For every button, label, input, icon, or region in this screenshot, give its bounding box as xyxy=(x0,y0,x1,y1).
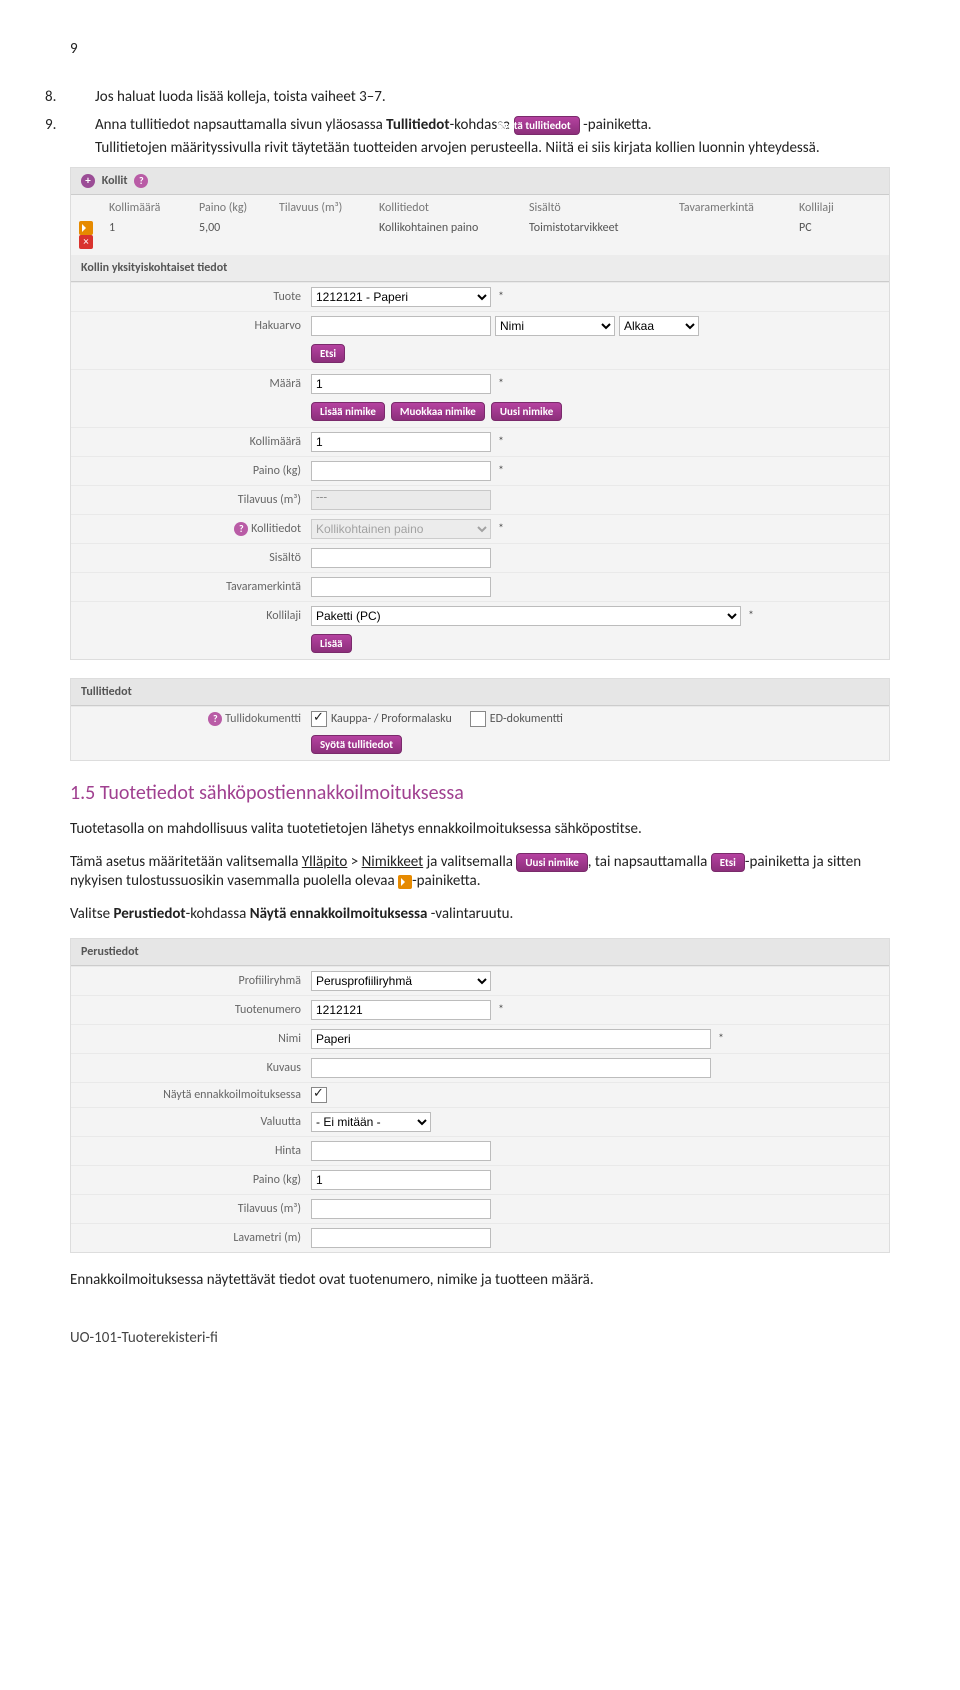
kollin-details-header: Kollin yksityiskohtaiset tiedot xyxy=(71,255,889,282)
lisaa-nimike-button[interactable]: Lisää nimike xyxy=(311,402,385,421)
nayta-ennakko-checkbox[interactable] xyxy=(311,1087,327,1103)
paragraph-2: Tämä asetus määritetään valitsemalla Yll… xyxy=(70,853,890,890)
paragraph-1: Tuotetasolla on mahdollisuus valita tuot… xyxy=(70,820,890,838)
paino-input-2[interactable] xyxy=(311,1170,491,1190)
kuvaus-input[interactable] xyxy=(311,1058,711,1078)
lisaa-button[interactable]: Lisää xyxy=(311,634,352,653)
perustiedot-header: Perustiedot xyxy=(71,939,889,966)
footer-doc-id: UO-101-Tuoterekisteri-fi xyxy=(70,1329,890,1347)
page-number: 9 xyxy=(70,40,890,58)
kollitiedot-select: Kollikohtainen paino xyxy=(311,519,491,539)
sisalto-input[interactable] xyxy=(311,548,491,568)
paragraph-3: Valitse Perustiedot-kohdassa Näytä ennak… xyxy=(70,905,890,923)
tilavuus-input-2[interactable] xyxy=(311,1199,491,1219)
kollit-table-header: Kollimäärä Paino (kg) Tilavuus (m³) Koll… xyxy=(71,195,889,219)
uusi-nimike-button-inline[interactable]: Uusi nimike xyxy=(516,853,587,872)
heading-1-5: 1.5 Tuotetiedot sähköpostiennakkoilmoitu… xyxy=(70,781,890,805)
hakuarvo-type-select[interactable]: Nimi xyxy=(495,316,615,336)
syota-tullitiedot-button-inline[interactable]: Syötä tullitiedot xyxy=(514,116,580,135)
help-icon[interactable]: ? xyxy=(208,712,222,726)
syota-tullitiedot-button[interactable]: Syötä tullitiedot xyxy=(311,735,402,754)
kollimaara-input[interactable] xyxy=(311,432,491,452)
tilavuus-field: --- xyxy=(311,490,491,510)
lavametri-input[interactable] xyxy=(311,1228,491,1248)
expand-icon[interactable] xyxy=(79,221,93,235)
tullitiedot-header: Tullitiedot xyxy=(71,679,889,706)
etsi-button[interactable]: Etsi xyxy=(311,344,345,363)
hakuarvo-input[interactable] xyxy=(311,316,491,336)
arrow-icon-inline[interactable] xyxy=(398,875,412,889)
profiiliryhma-select[interactable]: Perusprofiiliryhmä xyxy=(311,971,491,991)
closing-paragraph: Ennakkoilmoituksessa näytettävät tiedot … xyxy=(70,1271,890,1289)
tuotenumero-input[interactable] xyxy=(311,1000,491,1020)
tavaramerkinta-input[interactable] xyxy=(311,577,491,597)
perustiedot-screenshot: Perustiedot Profiiliryhmä Perusprofiilir… xyxy=(70,938,890,1253)
hakuarvo-mode-select[interactable]: Alkaa xyxy=(619,316,699,336)
hinta-input[interactable] xyxy=(311,1141,491,1161)
delete-icon[interactable]: × xyxy=(79,235,93,249)
list-item-8: 8.Jos haluat luoda lisää kolleja, toista… xyxy=(95,88,890,106)
kollit-header: + Kollit ? xyxy=(71,168,889,195)
kollilaji-select[interactable]: Paketti (PC) xyxy=(311,606,741,626)
help-icon[interactable]: ? xyxy=(134,174,148,188)
list-item-9: 9.Anna tullitiedot napsauttamalla sivun … xyxy=(95,116,890,157)
ed-dokumentti-checkbox[interactable] xyxy=(470,711,486,727)
help-icon[interactable]: ? xyxy=(234,522,248,536)
etsi-button-inline[interactable]: Etsi xyxy=(711,853,745,872)
plus-icon[interactable]: + xyxy=(81,174,95,188)
muokkaa-nimike-button[interactable]: Muokkaa nimike xyxy=(391,402,485,421)
tullitiedot-screenshot: Tullitiedot ? Tullidokumentti Kauppa- / … xyxy=(70,678,890,761)
maara-input[interactable] xyxy=(311,374,491,394)
kauppa-checkbox[interactable] xyxy=(311,711,327,727)
nimi-input[interactable] xyxy=(311,1029,711,1049)
uusi-nimike-button[interactable]: Uusi nimike xyxy=(491,402,562,421)
kollit-table-row[interactable]: × 1 5,00 Kollikohtainen paino Toimistota… xyxy=(71,219,889,255)
tuote-select[interactable]: 1212121 - Paperi xyxy=(311,287,491,307)
valuutta-select[interactable]: - Ei mitään - xyxy=(311,1112,431,1132)
paino-input[interactable] xyxy=(311,461,491,481)
kollit-screenshot: + Kollit ? Kollimäärä Paino (kg) Tilavuu… xyxy=(70,167,890,660)
